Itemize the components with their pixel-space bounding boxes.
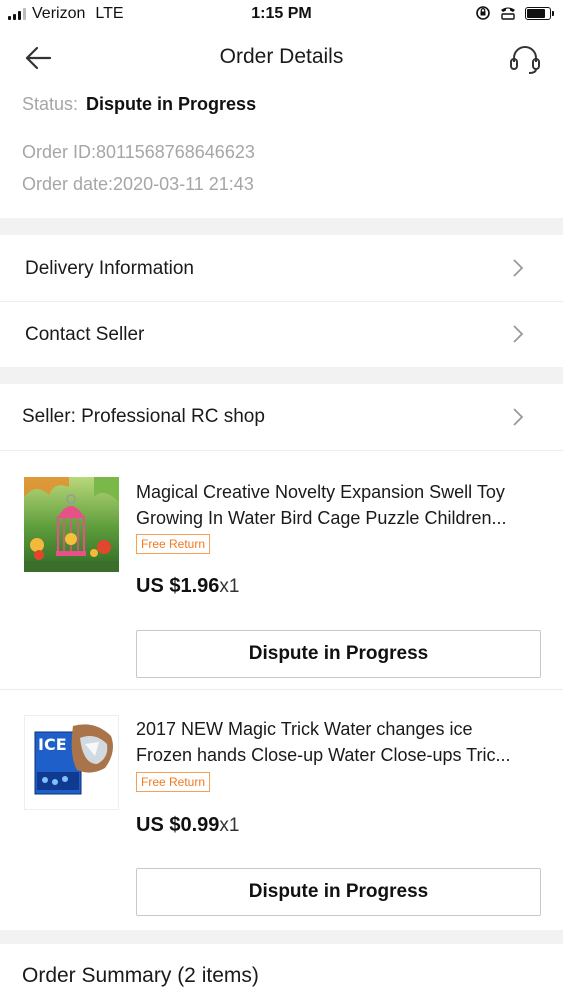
product-image[interactable] <box>24 477 119 572</box>
product-image[interactable]: ICE <box>24 715 119 810</box>
free-return-badge: Free Return <box>136 534 211 554</box>
orientation-lock-icon <box>476 6 490 20</box>
chevron-right-icon <box>513 408 524 426</box>
page-title: Order Details <box>219 45 344 68</box>
status-bar: Verizon LTE 1:15 PM <box>0 0 563 30</box>
battery-icon <box>525 6 554 20</box>
nav-bar: Order Details <box>0 30 563 86</box>
dispute-in-progress-button[interactable]: Dispute in Progress <box>136 630 541 678</box>
contact-seller-label: Contact Seller <box>25 324 145 345</box>
quantity: x1 <box>219 815 240 836</box>
price-value: US $1.96 <box>136 575 220 597</box>
dispute-in-progress-button[interactable]: Dispute in Progress <box>136 868 541 916</box>
product-title[interactable]: 2017 NEW Magic Trick Water changes ice F… <box>136 716 546 768</box>
order-date: Order date:2020-03-11 21:43 <box>22 174 254 194</box>
seller-row[interactable]: Seller: Professional RC shop <box>0 384 563 450</box>
seller-name: Seller: Professional RC shop <box>22 406 265 427</box>
free-return-badge: Free Return <box>136 772 211 792</box>
chevron-right-icon <box>513 259 524 277</box>
product-title[interactable]: Magical Creative Novelty Expansion Swell… <box>136 479 546 531</box>
product-item: Magical Creative Novelty Expansion Swell… <box>0 451 563 689</box>
section-divider <box>0 930 563 944</box>
product-item: ICE 2017 NEW Magic Trick Water changes i… <box>0 690 563 930</box>
magic-ice-trick-image <box>25 716 118 809</box>
status-label: Status: <box>22 94 79 114</box>
bird-cage-toy-image <box>24 477 119 572</box>
status-icons <box>475 5 554 21</box>
customer-service-button[interactable] <box>507 41 543 77</box>
price-value: US $0.99 <box>136 814 220 836</box>
thumb-text: ICE <box>38 735 67 754</box>
delivery-information-label: Delivery Information <box>25 258 194 279</box>
product-price: US $0.99x1 <box>136 814 239 837</box>
headset-icon <box>510 46 540 74</box>
status-value: Dispute in Progress <box>86 94 257 114</box>
product-title-line: Magical Creative Novelty Expansion Swell… <box>136 482 505 502</box>
product-title-line: Frozen hands Close-up Water Close-ups Tr… <box>136 745 511 765</box>
order-status: Status: Dispute in Progress <box>22 94 256 115</box>
order-summary-title: Order Summary (2 items) <box>22 964 259 987</box>
contact-seller-row[interactable]: Contact Seller <box>0 302 563 367</box>
product-price: US $1.96x1 <box>136 575 239 598</box>
tty-icon <box>501 7 515 20</box>
product-title-line: 2017 NEW Magic Trick Water changes ice <box>136 719 473 739</box>
product-title-line: Growing In Water Bird Cage Puzzle Childr… <box>136 508 507 528</box>
quantity: x1 <box>219 576 240 597</box>
delivery-information-row[interactable]: Delivery Information <box>0 235 563 301</box>
section-divider <box>0 218 563 235</box>
order-id: Order ID:8011568768646623 <box>22 142 255 162</box>
chevron-right-icon <box>513 325 524 343</box>
section-divider <box>0 367 563 384</box>
